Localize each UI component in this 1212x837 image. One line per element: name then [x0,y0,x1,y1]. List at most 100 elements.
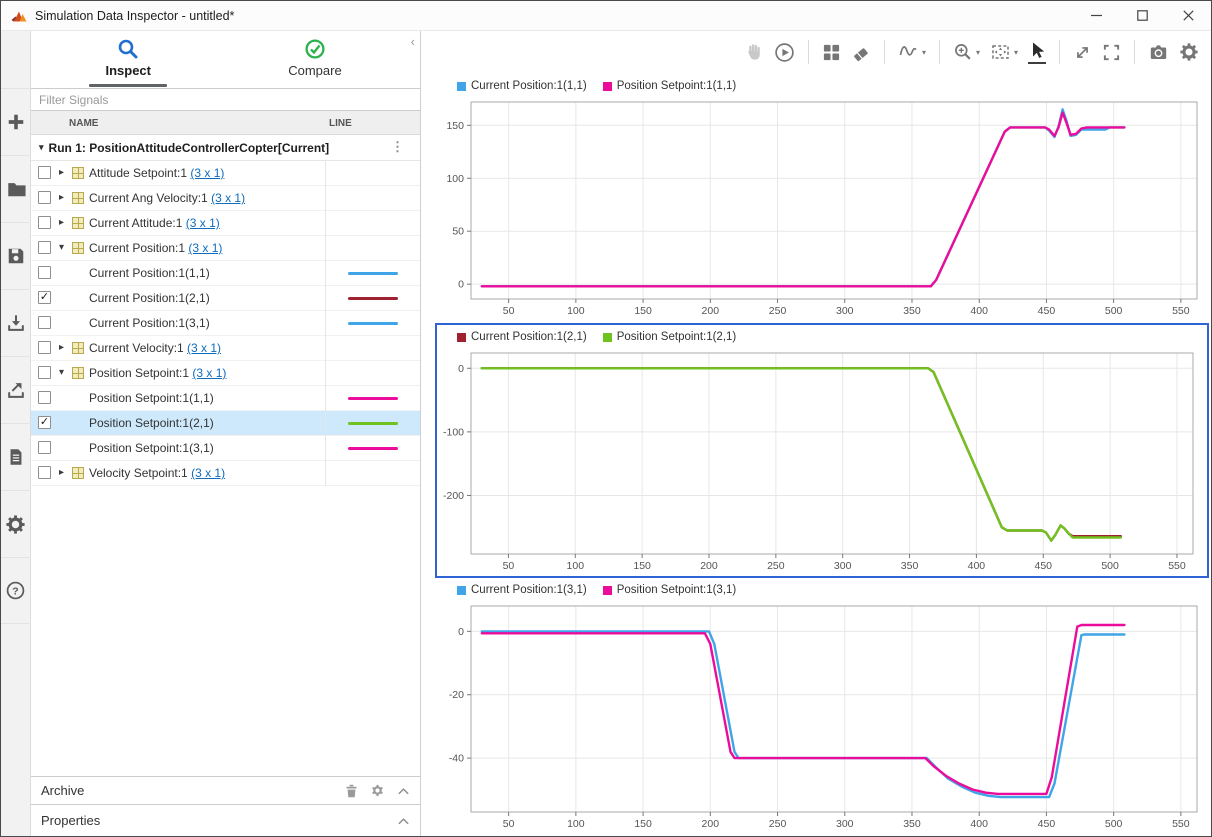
properties-collapse-chevron-icon[interactable] [397,816,410,826]
report-button[interactable] [1,423,31,490]
add-button[interactable] [1,88,31,155]
signal-checkbox[interactable] [38,216,51,229]
tree-row-group[interactable]: ▸Current Attitude:1 (3 x 1) [31,211,420,236]
tree-row-group[interactable]: ▸Velocity Setpoint:1 (3 x 1) [31,461,420,486]
signal-dims-link[interactable]: (3 x 1) [188,241,222,255]
export-button[interactable] [1,356,31,423]
tree-row-group[interactable]: ▾Current Position:1 (3 x 1) [31,236,420,261]
line-style-swatch[interactable] [348,422,398,425]
snapshot-button[interactable] [1148,42,1169,62]
archive-gear-icon[interactable] [371,784,384,797]
help-button[interactable]: ? [1,557,31,624]
fullscreen-brackets-icon [1102,43,1121,62]
subplot-2-selected[interactable]: Current Position:1(2,1)Position Setpoint… [435,323,1209,578]
signal-checkbox[interactable] [38,466,51,479]
signal-checkbox[interactable] [38,316,51,329]
clear-plots-button[interactable] [851,42,871,62]
trash-icon[interactable] [345,784,358,798]
line-style-cell[interactable] [325,386,420,411]
signal-checkbox[interactable] [38,341,51,354]
expand-expander-icon[interactable]: ▸ [59,342,64,353]
tree-row-group[interactable]: ▸Current Velocity:1 (3 x 1) [31,336,420,361]
signal-dims-link[interactable]: (3 x 1) [191,466,225,480]
line-style-swatch[interactable] [348,447,398,450]
signal-checkbox[interactable] [38,366,51,379]
run-label: Run 1: PositionAttitudeControllerCopter[… [49,141,330,155]
line-style-cell[interactable] [325,311,420,336]
fit-to-view-button[interactable]: ▾ [990,42,1018,62]
line-style-swatch[interactable] [348,272,398,275]
line-style-cell[interactable] [325,286,420,311]
tab-inspect[interactable]: Inspect [39,38,218,87]
collapse-expander-icon[interactable]: ▾ [59,242,64,253]
signal-checkbox[interactable] [38,241,51,254]
preferences-button[interactable] [1,490,31,557]
expand-expander-icon[interactable]: ▸ [59,192,64,203]
archive-label: Archive [41,783,84,798]
signal-dims-link[interactable]: (3 x 1) [190,166,224,180]
signal-label: Position Setpoint:1(1,1) [89,391,214,405]
subplot-1-canvas[interactable]: 5010015020025030035040045050055005010015… [437,96,1207,321]
expand-expander-icon[interactable]: ▸ [59,167,64,178]
subplot-1[interactable]: Current Position:1(1,1)Position Setpoint… [437,76,1207,323]
signal-checkbox[interactable] [38,191,51,204]
tab-compare[interactable]: Compare [226,38,405,80]
signal-checkbox[interactable] [38,391,51,404]
tree-row-group[interactable]: ▾Position Setpoint:1 (3 x 1) [31,361,420,386]
expand-plot-button[interactable] [1073,43,1092,62]
signal-checkbox[interactable] [38,166,51,179]
run-menu-kebab-icon[interactable]: ⋮ [391,139,404,155]
tree-row-signal[interactable]: Position Setpoint:1(3,1) [31,436,420,461]
tree-row-group[interactable]: ▸Current Ang Velocity:1 (3 x 1) [31,186,420,211]
run-expander-icon[interactable]: ▾ [39,142,44,153]
import-button[interactable] [1,289,31,356]
subplot-2-canvas[interactable]: 501001502002503003504004505005500-100-20… [437,347,1203,576]
dropdown-caret-icon: ▾ [922,48,926,57]
tree-row-signal[interactable]: Current Position:1(3,1) [31,311,420,336]
subplot-3-canvas[interactable]: 501001502002503003504004505005500-20-40 [437,600,1207,834]
signal-checkbox[interactable] [38,441,51,454]
plot-settings-button[interactable] [1179,42,1199,62]
collapse-expander-icon[interactable]: ▾ [59,367,64,378]
tree-row-signal[interactable]: ✓Current Position:1(2,1) [31,286,420,311]
save-button[interactable] [1,222,31,289]
signal-checkbox[interactable]: ✓ [38,416,51,429]
line-style-swatch[interactable] [348,322,398,325]
archive-bar[interactable]: Archive [31,776,420,804]
expand-expander-icon[interactable]: ▸ [59,467,64,478]
archive-collapse-chevron-icon[interactable] [397,786,410,796]
tab-compare-label: Compare [288,63,341,78]
properties-bar[interactable]: Properties [31,804,420,836]
signal-dims-link[interactable]: (3 x 1) [186,216,220,230]
expand-expander-icon[interactable]: ▸ [59,217,64,228]
signal-dims-link[interactable]: (3 x 1) [192,366,226,380]
svg-text:150: 150 [634,818,652,830]
pointer-tool-button[interactable] [1028,41,1046,64]
signal-checkbox[interactable]: ✓ [38,291,51,304]
line-style-cell[interactable] [325,436,420,461]
signal-dims-link[interactable]: (3 x 1) [211,191,245,205]
subplot-layout-button[interactable] [822,43,841,62]
filter-signals-input[interactable] [31,88,420,111]
signal-checkbox[interactable] [38,266,51,279]
run-header-row[interactable]: ▾ Run 1: PositionAttitudeControllerCopte… [31,135,420,161]
collapse-panel-chevron[interactable]: ‹ [411,34,415,49]
signal-dims-link[interactable]: (3 x 1) [187,341,221,355]
subplot-3[interactable]: Current Position:1(3,1)Position Setpoint… [437,580,1207,836]
close-button[interactable] [1165,1,1211,30]
maximize-button[interactable] [1119,1,1165,30]
tree-row-signal[interactable]: Position Setpoint:1(1,1) [31,386,420,411]
line-style-swatch[interactable] [348,397,398,400]
tree-row-group[interactable]: ▸Attitude Setpoint:1 (3 x 1) [31,161,420,186]
fullscreen-button[interactable] [1102,43,1121,62]
line-style-swatch[interactable] [348,297,398,300]
tree-row-signal[interactable]: ✓Position Setpoint:1(2,1) [31,411,420,436]
zoom-in-button[interactable]: ▾ [953,42,980,62]
open-button[interactable] [1,155,31,222]
line-style-cell[interactable] [325,261,420,286]
tree-row-signal[interactable]: Current Position:1(1,1) [31,261,420,286]
minimize-button[interactable] [1073,1,1119,30]
replay-button[interactable] [774,42,795,63]
line-style-cell[interactable] [325,411,420,436]
signal-options-button[interactable]: ▾ [898,42,926,62]
